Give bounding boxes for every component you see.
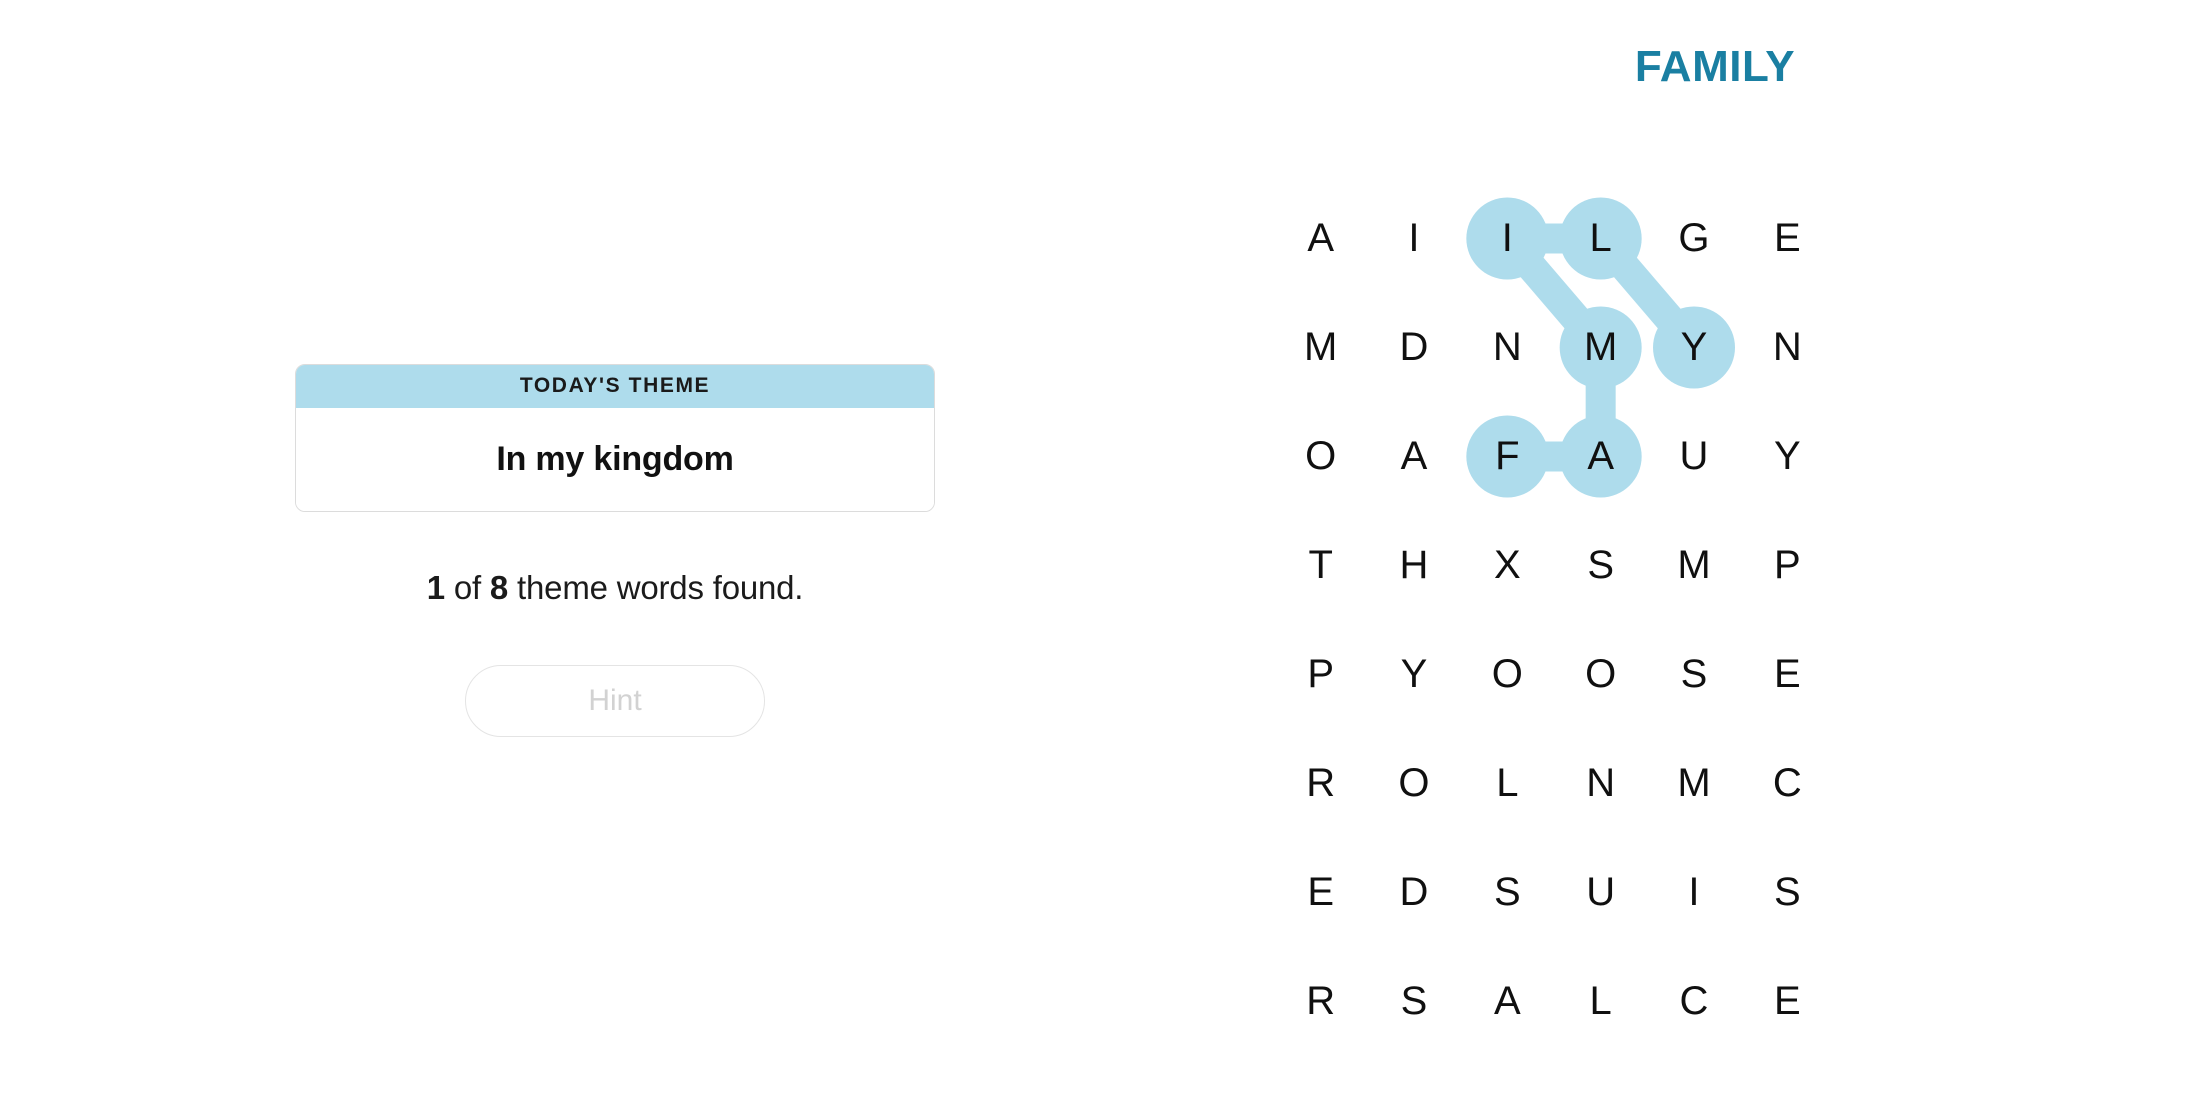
todays-theme-card: TODAY'S THEME In my kingdom xyxy=(295,363,935,512)
grid-cell[interactable]: I xyxy=(1367,184,1460,293)
grid-cell[interactable]: A xyxy=(1554,402,1647,511)
grid-cell[interactable]: D xyxy=(1367,838,1460,947)
right-panel: FAMILY AIILGEMDNMYNOAFAUYTHXSMPPYOOSEROL… xyxy=(1230,0,2200,1100)
grid-cell[interactable]: L xyxy=(1461,729,1554,838)
grid-cell[interactable]: R xyxy=(1274,947,1367,1056)
grid-cell[interactable]: O xyxy=(1367,729,1460,838)
grid-cell[interactable]: X xyxy=(1461,511,1554,620)
theme-card-body: In my kingdom xyxy=(296,407,934,511)
hint-button[interactable]: Hint xyxy=(465,664,765,737)
grid-cell[interactable]: S xyxy=(1461,838,1554,947)
grid-cell[interactable]: N xyxy=(1461,293,1554,402)
grid-cell[interactable]: O xyxy=(1554,620,1647,729)
found-count: 1 xyxy=(426,568,445,606)
grid-cell[interactable]: Y xyxy=(1367,620,1460,729)
grid-cell[interactable]: Y xyxy=(1647,293,1740,402)
grid-cell[interactable]: P xyxy=(1741,511,1834,620)
grid-cell[interactable]: E xyxy=(1741,184,1834,293)
grid-cell[interactable]: U xyxy=(1647,402,1740,511)
grid-cell[interactable]: M xyxy=(1647,729,1740,838)
progress-of-label: of xyxy=(453,568,481,606)
grid-cell[interactable]: M xyxy=(1554,293,1647,402)
grid-cell[interactable]: A xyxy=(1274,184,1367,293)
grid-cell[interactable]: E xyxy=(1741,620,1834,729)
grid-cell[interactable]: A xyxy=(1367,402,1460,511)
grid-cell[interactable]: M xyxy=(1647,511,1740,620)
grid-cell[interactable]: L xyxy=(1554,184,1647,293)
grid-cell[interactable]: I xyxy=(1647,838,1740,947)
grid-cell[interactable]: D xyxy=(1367,293,1460,402)
grid-cell[interactable]: L xyxy=(1554,947,1647,1056)
word-search-grid[interactable]: AIILGEMDNMYNOAFAUYTHXSMPPYOOSEROLNMCEDSU… xyxy=(1274,184,1834,1056)
left-panel: TODAY'S THEME In my kingdom 1 of 8 theme… xyxy=(0,0,1230,1100)
grid-cell[interactable]: O xyxy=(1274,402,1367,511)
grid-cell[interactable]: M xyxy=(1274,293,1367,402)
grid-cell[interactable]: G xyxy=(1647,184,1740,293)
grid-cell[interactable]: I xyxy=(1461,184,1554,293)
grid-cell[interactable]: H xyxy=(1367,511,1460,620)
grid-cell[interactable]: T xyxy=(1274,511,1367,620)
grid-cell[interactable]: S xyxy=(1367,947,1460,1056)
grid-cell[interactable]: P xyxy=(1274,620,1367,729)
grid-cell[interactable]: S xyxy=(1647,620,1740,729)
grid-cell[interactable]: U xyxy=(1554,838,1647,947)
grid-cell[interactable]: E xyxy=(1741,947,1834,1056)
theme-text: In my kingdom xyxy=(496,439,734,478)
grid-cell[interactable]: F xyxy=(1461,402,1554,511)
page-title: FAMILY xyxy=(1634,42,1796,91)
word-search-page: TODAY'S THEME In my kingdom 1 of 8 theme… xyxy=(0,0,2200,1100)
total-count: 8 xyxy=(489,568,509,606)
theme-card-header: TODAY'S THEME xyxy=(296,364,934,408)
grid-cell[interactable]: N xyxy=(1554,729,1647,838)
grid-cell[interactable]: Y xyxy=(1741,402,1834,511)
hint-button-label: Hint xyxy=(588,683,642,717)
grid-cell[interactable]: C xyxy=(1741,729,1834,838)
grid-cell[interactable]: R xyxy=(1274,729,1367,838)
progress-suffix: theme words found. xyxy=(517,568,804,606)
theme-card-header-label: TODAY'S THEME xyxy=(519,374,711,397)
grid-cell[interactable]: S xyxy=(1554,511,1647,620)
grid-cell[interactable]: O xyxy=(1461,620,1554,729)
grid-cell[interactable]: N xyxy=(1741,293,1834,402)
grid-cell[interactable]: C xyxy=(1647,947,1740,1056)
grid-cell[interactable]: A xyxy=(1461,947,1554,1056)
grid-letter-layer: AIILGEMDNMYNOAFAUYTHXSMPPYOOSEROLNMCEDSU… xyxy=(1274,184,1834,1056)
grid-cell[interactable]: S xyxy=(1741,838,1834,947)
grid-cell[interactable]: E xyxy=(1274,838,1367,947)
progress-status: 1 of 8 theme words found. xyxy=(427,569,804,607)
